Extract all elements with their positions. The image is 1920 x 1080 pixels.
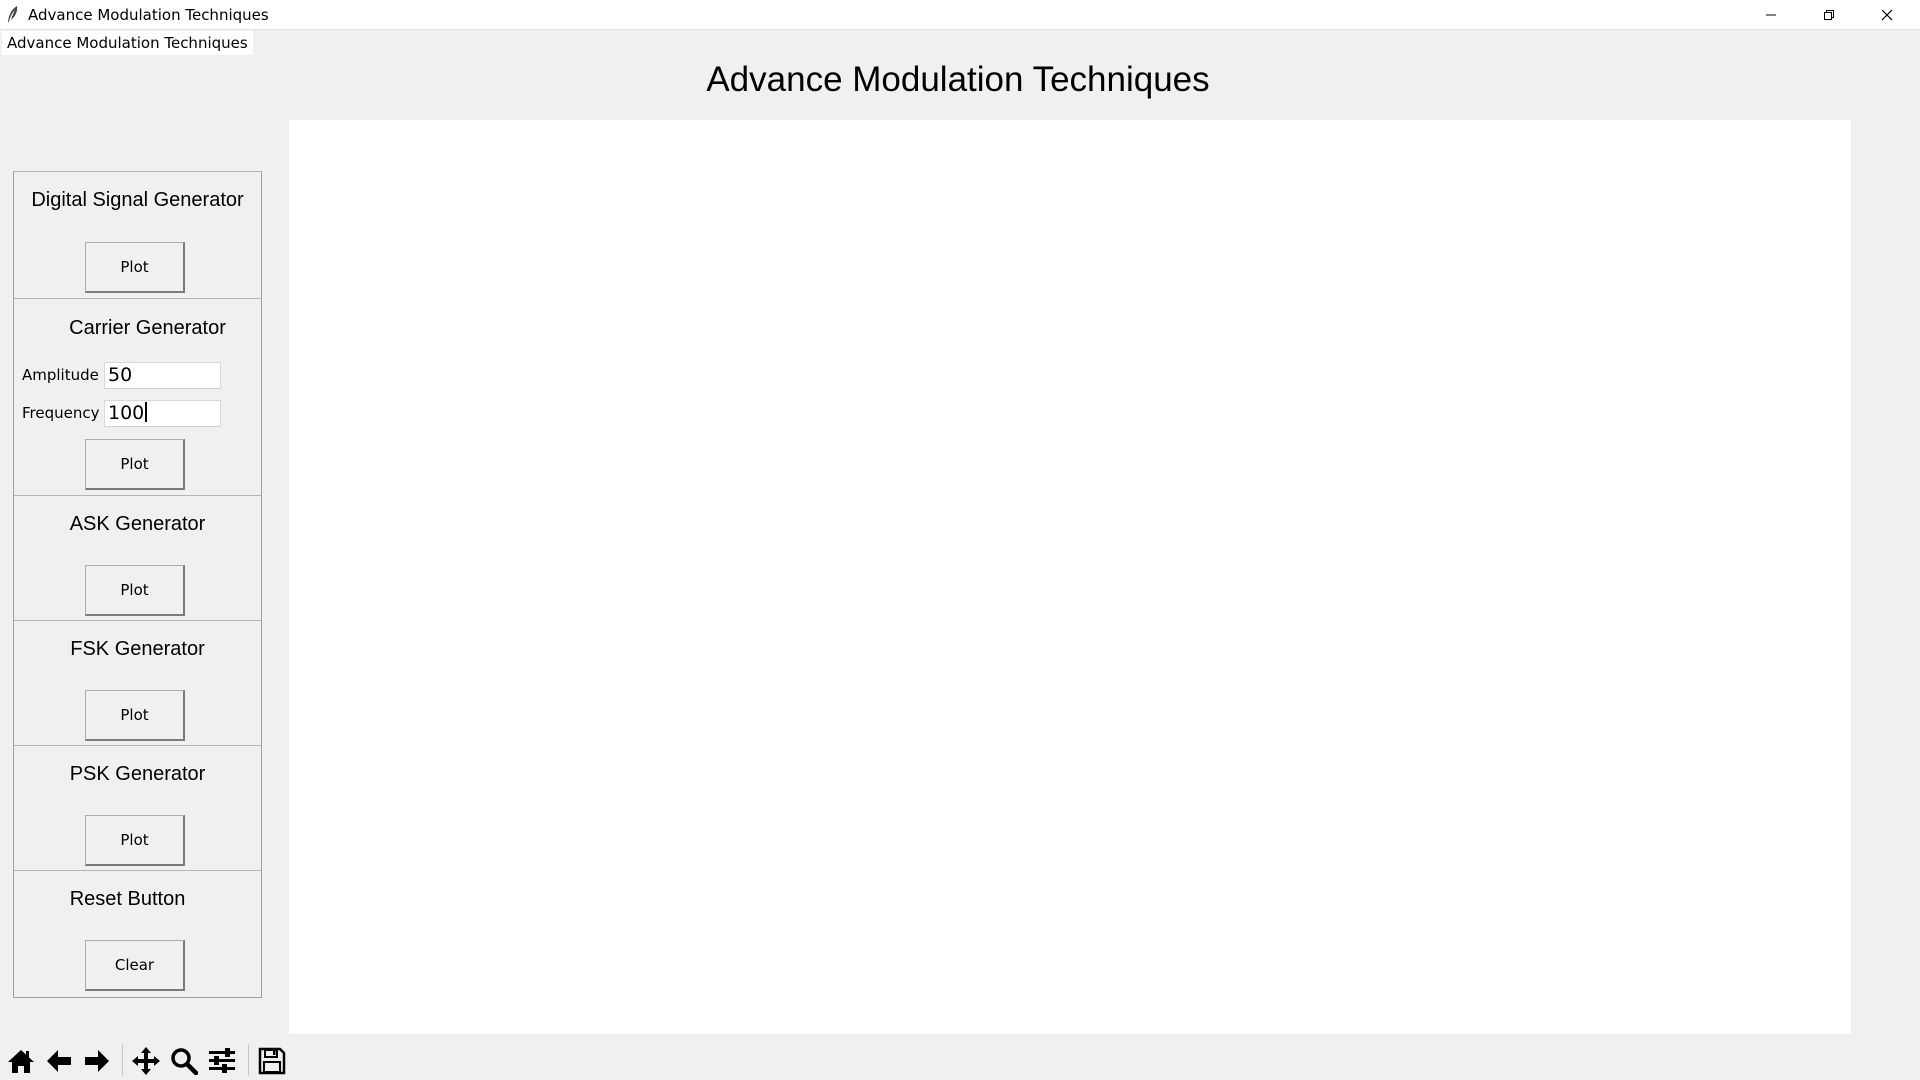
close-button[interactable]: [1858, 0, 1916, 29]
close-icon: [1881, 9, 1893, 20]
fsk-plot-button[interactable]: Plot: [85, 690, 185, 741]
title-bar: Advance Modulation Techniques: [0, 0, 1920, 30]
section-title: FSK Generator: [70, 638, 205, 660]
back-arrow-icon: [47, 1050, 71, 1072]
minimize-button[interactable]: [1742, 0, 1800, 29]
save-icon: [258, 1047, 286, 1075]
psk-plot-button[interactable]: Plot: [85, 815, 185, 866]
restore-icon: [1824, 9, 1834, 20]
page-title: Advance Modulation Techniques: [706, 60, 1210, 99]
configure-subplots-button[interactable]: [204, 1044, 240, 1078]
digital-plot-button[interactable]: Plot: [85, 242, 185, 293]
section-title: ASK Generator: [69, 513, 206, 535]
carrier-plot-button[interactable]: Plot: [85, 439, 185, 490]
back-button[interactable]: [41, 1044, 77, 1078]
app-window: Advance Modulation Techniques Advance Mo…: [0, 0, 1920, 1080]
amplitude-input[interactable]: 50: [104, 362, 221, 389]
section-title: Carrier Generator: [69, 317, 226, 339]
frequency-value: 100: [108, 402, 145, 424]
minimize-icon: [1766, 14, 1776, 15]
toolbar-separator: [122, 1044, 123, 1076]
feather-icon: [6, 5, 20, 24]
configure-subplots-icon: [209, 1048, 235, 1073]
carrier-generator-section: Carrier Generator Amplitude 50 Frequency…: [13, 298, 262, 496]
frequency-label: Frequency: [22, 404, 100, 422]
home-icon: [8, 1050, 34, 1073]
forward-button[interactable]: [79, 1044, 115, 1078]
save-button[interactable]: [254, 1044, 290, 1078]
toolbar-separator: [248, 1044, 249, 1076]
amplitude-label: Amplitude: [22, 366, 99, 384]
zoom-icon: [171, 1048, 198, 1075]
section-title: Reset Button: [69, 888, 186, 910]
section-title: Digital Signal Generator: [31, 189, 244, 211]
forward-arrow-icon: [85, 1050, 109, 1072]
fsk-generator-section: FSK Generator Plot: [13, 620, 262, 746]
window-title: Advance Modulation Techniques: [28, 6, 269, 24]
navigation-toolbar: [0, 1036, 1920, 1080]
digital-signal-section: Digital Signal Generator Plot: [13, 171, 262, 299]
ask-plot-button[interactable]: Plot: [85, 565, 185, 616]
zoom-button[interactable]: [166, 1044, 202, 1078]
text-cursor: [145, 402, 148, 422]
ask-generator-section: ASK Generator Plot: [13, 495, 262, 621]
pan-icon: [132, 1047, 160, 1075]
psk-generator-section: PSK Generator Plot: [13, 745, 262, 871]
plot-canvas[interactable]: [289, 120, 1851, 1034]
control-panel: Digital Signal Generator Plot Carrier Ge…: [13, 171, 262, 998]
pan-button[interactable]: [128, 1044, 164, 1078]
section-title: PSK Generator: [69, 763, 206, 785]
reset-section: Reset Button Clear: [13, 870, 262, 998]
home-button[interactable]: [3, 1044, 39, 1078]
frequency-input[interactable]: 100: [104, 400, 221, 427]
clear-button[interactable]: Clear: [85, 940, 185, 991]
restore-button[interactable]: [1800, 0, 1858, 29]
tab-advance-modulation[interactable]: Advance Modulation Techniques: [2, 31, 253, 55]
amplitude-value: 50: [108, 364, 133, 386]
